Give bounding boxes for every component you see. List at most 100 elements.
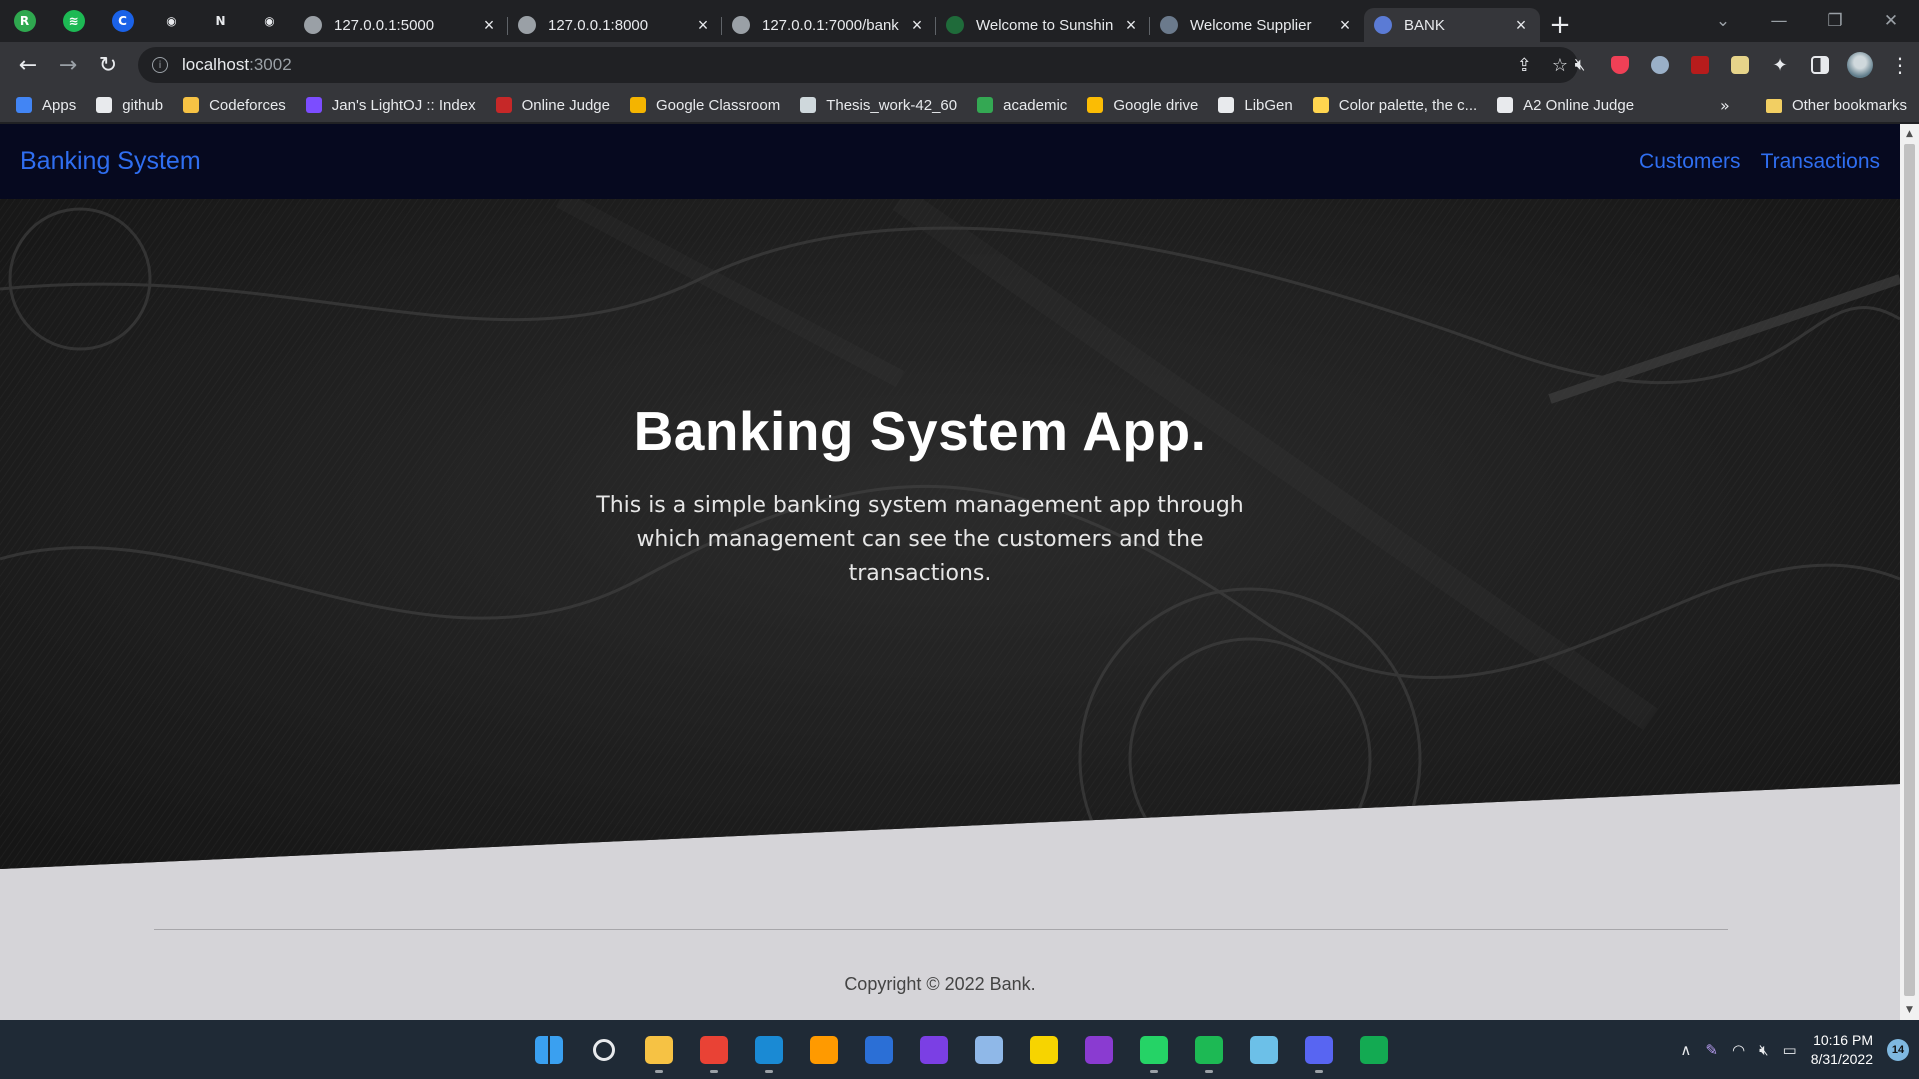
tab-favicon-icon (304, 16, 322, 34)
bookmark-item[interactable]: Codeforces (183, 97, 286, 114)
browser-tab[interactable]: Welcome to Sunshin × (936, 8, 1150, 42)
chrome-icon (700, 1035, 728, 1064)
privacy-extension-icon[interactable] (1640, 42, 1680, 88)
onenote-icon (1085, 1035, 1113, 1064)
taskbar-app[interactable] (1190, 1020, 1228, 1079)
site-info-icon[interactable]: i (152, 57, 168, 73)
forward-button[interactable]: → (48, 42, 88, 88)
bookmark-item[interactable]: Online Judge (495, 96, 610, 114)
wifi-icon[interactable]: ◠ (1732, 1041, 1745, 1059)
close-window-button[interactable]: ✕ (1863, 11, 1919, 31)
page-scrollbar[interactable]: ▲ ▼ (1900, 124, 1919, 1020)
taskbar-app[interactable] (860, 1020, 898, 1079)
pinned-tab[interactable]: ◉ (147, 0, 196, 42)
browser-tab[interactable]: 127.0.0.1:7000/bank × (722, 8, 936, 42)
browser-tab[interactable]: BANK × (1364, 8, 1540, 42)
browser-tab[interactable]: 127.0.0.1:8000 × (508, 8, 722, 42)
more-bookmarks-button[interactable]: » (1720, 88, 1730, 123)
other-bookmarks-folder[interactable]: Other bookmarks (1765, 88, 1907, 123)
running-indicator (1150, 1070, 1158, 1073)
tab-close-icon[interactable]: × (1122, 15, 1140, 36)
address-bar[interactable]: i localhost:3002 ⇪ ☆ (138, 47, 1578, 83)
tray-overflow-chevron-icon[interactable]: ∧ (1680, 1041, 1691, 1059)
bookmark-item[interactable]: Thesis_work-42_60 (800, 97, 957, 114)
bookmark-label: Jan's LightOJ :: Index (331, 96, 476, 114)
share-icon[interactable]: ⇪ (1517, 55, 1532, 76)
profile-avatar[interactable] (1840, 42, 1880, 88)
bookmark-item[interactable]: Google Classroom (629, 97, 780, 114)
bookmark-item[interactable]: github (96, 97, 163, 114)
bookmark-favicon-icon (1087, 97, 1104, 113)
clock[interactable]: 10:16 PM 8/31/2022 (1811, 1031, 1873, 1069)
bookmark-item[interactable]: Color palette, the c... (1312, 97, 1477, 114)
taskbar-app[interactable] (1025, 1020, 1063, 1079)
bookmark-item[interactable]: Apps (16, 97, 76, 114)
tab-close-icon[interactable]: × (1336, 15, 1354, 36)
taskbar-app[interactable] (970, 1020, 1008, 1079)
taskbar-app[interactable] (530, 1020, 568, 1079)
bookmark-item[interactable]: LibGen (1218, 96, 1293, 114)
pocket-extension-icon[interactable] (1600, 42, 1640, 88)
bookmark-label: LibGen (1244, 96, 1293, 114)
taskbar-app[interactable] (695, 1020, 733, 1079)
tab-close-icon[interactable]: × (694, 15, 712, 36)
side-panel-icon[interactable] (1800, 42, 1840, 88)
bookmark-item[interactable]: Jan's LightOJ :: Index (305, 96, 476, 114)
pen-icon[interactable]: ✎ (1705, 1041, 1718, 1059)
taskbar-app[interactable] (640, 1020, 678, 1079)
site-footer: Copyright © 2022 Bank. (0, 124, 1900, 994)
battery-icon[interactable]: ▭ (1783, 1041, 1797, 1059)
browser-tab[interactable]: Welcome Supplier × (1150, 8, 1364, 42)
scrollbar-thumb[interactable] (1904, 144, 1915, 996)
taskbar-app[interactable] (1135, 1020, 1173, 1079)
pinned-tab[interactable]: ◉ (245, 0, 294, 42)
taskbar-app[interactable] (750, 1020, 788, 1079)
url-port: :3002 (249, 55, 292, 74)
ublock-extension-icon[interactable] (1680, 42, 1720, 88)
scroll-up-arrow-icon[interactable]: ▲ (1900, 126, 1919, 142)
pinned-tab[interactable]: C (98, 0, 147, 42)
tab-close-icon[interactable]: × (480, 15, 498, 36)
restore-button[interactable]: ❐ (1807, 11, 1863, 31)
tab-search-icon[interactable]: ⌄ (1695, 11, 1751, 31)
folder-icon (1765, 98, 1782, 113)
windows-start-icon (535, 1035, 563, 1064)
minimize-button[interactable]: — (1751, 11, 1807, 31)
discord-icon (1305, 1035, 1333, 1064)
taskbar-app[interactable] (915, 1020, 953, 1079)
taskbar-app[interactable] (1080, 1020, 1118, 1079)
new-tab-button[interactable]: + (1540, 8, 1580, 42)
notification-badge[interactable]: 14 (1887, 1038, 1909, 1061)
bookmark-label: Online Judge (521, 96, 610, 114)
pinned-tab[interactable]: R (0, 0, 49, 42)
reload-button[interactable]: ↻ (88, 42, 128, 88)
pinned-tab[interactable]: ≋ (49, 0, 98, 42)
scroll-down-arrow-icon[interactable]: ▼ (1900, 1002, 1919, 1018)
tab-favicon-icon (518, 16, 536, 34)
bookmark-favicon-icon (1218, 97, 1235, 113)
bookmark-label: Google drive (1113, 96, 1199, 114)
notepad-icon (1250, 1035, 1278, 1064)
taskbar-app[interactable] (1245, 1020, 1283, 1079)
tab-close-icon[interactable]: × (908, 15, 926, 36)
bookmark-favicon-icon (800, 97, 817, 113)
back-button[interactable]: ← (8, 42, 48, 88)
bookmark-label: Codeforces (209, 96, 286, 114)
taskbar-app[interactable] (805, 1020, 843, 1079)
bookmark-item[interactable]: academic (977, 97, 1067, 114)
bookmark-favicon-icon (305, 97, 322, 113)
mute-tab-icon[interactable]: 🔇︎ (1560, 42, 1600, 88)
tab-close-icon[interactable]: × (1512, 15, 1530, 36)
volume-muted-icon[interactable]: 🔇︎ (1759, 1041, 1768, 1059)
pinned-tab[interactable]: N (196, 0, 245, 42)
taskbar-app[interactable] (1355, 1020, 1393, 1079)
browser-menu-button[interactable]: ⋮ (1880, 42, 1919, 88)
taskbar-app[interactable] (585, 1020, 623, 1079)
extensions-puzzle-icon[interactable]: ✦ (1760, 42, 1800, 88)
taskbar-app[interactable] (1300, 1020, 1338, 1079)
bookmark-item[interactable]: Google drive (1087, 97, 1198, 114)
bookmark-item[interactable]: A2 Online Judge (1497, 97, 1634, 114)
bookmark-favicon-icon (183, 97, 200, 113)
notes-extension-icon[interactable] (1720, 42, 1760, 88)
browser-tab[interactable]: 127.0.0.1:5000 × (294, 8, 508, 42)
